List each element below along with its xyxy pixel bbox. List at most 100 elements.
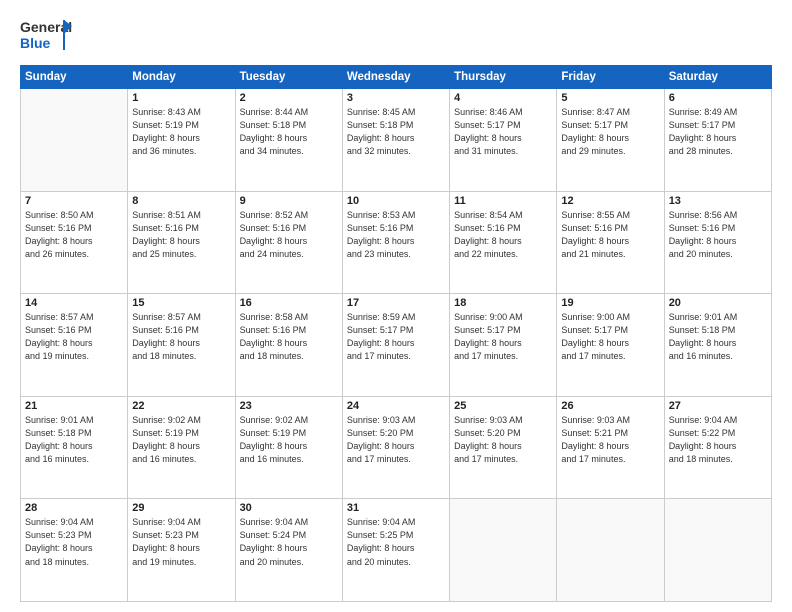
day-number: 27 [669, 400, 767, 412]
week-row-2: 14 Sunrise: 8:57 AM Sunset: 5:16 PM Dayli… [21, 294, 772, 397]
calendar-cell: 19 Sunrise: 9:00 AM Sunset: 5:17 PM Dayli… [557, 294, 664, 397]
day-info: Sunrise: 8:54 AM Sunset: 5:16 PM Dayligh… [454, 209, 552, 261]
day-number: 18 [454, 297, 552, 309]
day-number: 11 [454, 195, 552, 207]
day-info: Sunrise: 8:52 AM Sunset: 5:16 PM Dayligh… [240, 209, 338, 261]
day-info: Sunrise: 9:03 AM Sunset: 5:20 PM Dayligh… [454, 414, 552, 466]
day-info: Sunrise: 8:47 AM Sunset: 5:17 PM Dayligh… [561, 106, 659, 158]
day-number: 9 [240, 195, 338, 207]
calendar-cell [450, 499, 557, 602]
calendar-cell [21, 89, 128, 192]
day-number: 29 [132, 502, 230, 514]
day-number: 4 [454, 92, 552, 104]
calendar-cell: 5 Sunrise: 8:47 AM Sunset: 5:17 PM Daylig… [557, 89, 664, 192]
day-number: 17 [347, 297, 445, 309]
calendar-cell: 1 Sunrise: 8:43 AM Sunset: 5:19 PM Daylig… [128, 89, 235, 192]
calendar-cell: 22 Sunrise: 9:02 AM Sunset: 5:19 PM Dayli… [128, 396, 235, 499]
day-info: Sunrise: 9:03 AM Sunset: 5:21 PM Dayligh… [561, 414, 659, 466]
logo: General Blue [20, 16, 72, 59]
calendar-cell: 31 Sunrise: 9:04 AM Sunset: 5:25 PM Dayli… [342, 499, 449, 602]
day-info: Sunrise: 9:02 AM Sunset: 5:19 PM Dayligh… [132, 414, 230, 466]
day-number: 13 [669, 195, 767, 207]
calendar-cell: 28 Sunrise: 9:04 AM Sunset: 5:23 PM Dayli… [21, 499, 128, 602]
logo-icon: General Blue [20, 16, 72, 59]
weekday-header-thursday: Thursday [450, 66, 557, 89]
calendar-cell: 9 Sunrise: 8:52 AM Sunset: 5:16 PM Daylig… [235, 191, 342, 294]
day-info: Sunrise: 8:57 AM Sunset: 5:16 PM Dayligh… [132, 311, 230, 363]
calendar-cell: 6 Sunrise: 8:49 AM Sunset: 5:17 PM Daylig… [664, 89, 771, 192]
calendar-cell: 11 Sunrise: 8:54 AM Sunset: 5:16 PM Dayli… [450, 191, 557, 294]
calendar-cell: 20Sunrise: 9:01 AM Sunset: 5:18 PM Dayli… [664, 294, 771, 397]
calendar-cell: 29 Sunrise: 9:04 AM Sunset: 5:23 PM Dayli… [128, 499, 235, 602]
calendar-cell: 14 Sunrise: 8:57 AM Sunset: 5:16 PM Dayli… [21, 294, 128, 397]
day-number: 3 [347, 92, 445, 104]
calendar-cell: 16Sunrise: 8:58 AM Sunset: 5:16 PM Dayli… [235, 294, 342, 397]
day-info: Sunrise: 8:55 AM Sunset: 5:16 PM Dayligh… [561, 209, 659, 261]
weekday-header-friday: Friday [557, 66, 664, 89]
day-info: Sunrise: 9:02 AM Sunset: 5:19 PM Dayligh… [240, 414, 338, 466]
weekday-header-saturday: Saturday [664, 66, 771, 89]
day-number: 5 [561, 92, 659, 104]
calendar-cell [664, 499, 771, 602]
day-number: 23 [240, 400, 338, 412]
calendar-cell: 15 Sunrise: 8:57 AM Sunset: 5:16 PM Dayli… [128, 294, 235, 397]
day-number: 26 [561, 400, 659, 412]
day-info: Sunrise: 8:49 AM Sunset: 5:17 PM Dayligh… [669, 106, 767, 158]
day-info: Sunrise: 8:56 AM Sunset: 5:16 PM Dayligh… [669, 209, 767, 261]
calendar-cell: 21 Sunrise: 9:01 AM Sunset: 5:18 PM Dayli… [21, 396, 128, 499]
calendar-cell: 8 Sunrise: 8:51 AM Sunset: 5:16 PM Daylig… [128, 191, 235, 294]
day-number: 2 [240, 92, 338, 104]
day-info: Sunrise: 9:03 AM Sunset: 5:20 PM Dayligh… [347, 414, 445, 466]
day-number: 25 [454, 400, 552, 412]
day-number: 7 [25, 195, 123, 207]
day-number: 19 [561, 297, 659, 309]
day-number: 24 [347, 400, 445, 412]
week-row-3: 21 Sunrise: 9:01 AM Sunset: 5:18 PM Dayli… [21, 396, 772, 499]
day-number: 15 [132, 297, 230, 309]
day-info: Sunrise: 9:01 AM Sunset: 5:18 PM Dayligh… [669, 311, 767, 363]
day-info: Sunrise: 9:04 AM Sunset: 5:23 PM Dayligh… [132, 516, 230, 568]
day-info: Sunrise: 9:04 AM Sunset: 5:22 PM Dayligh… [669, 414, 767, 466]
day-info: Sunrise: 8:57 AM Sunset: 5:16 PM Dayligh… [25, 311, 123, 363]
day-number: 31 [347, 502, 445, 514]
calendar-cell: 27 Sunrise: 9:04 AM Sunset: 5:22 PM Dayli… [664, 396, 771, 499]
calendar-cell: 13 Sunrise: 8:56 AM Sunset: 5:16 PM Dayli… [664, 191, 771, 294]
calendar-cell: 24 Sunrise: 9:03 AM Sunset: 5:20 PM Dayli… [342, 396, 449, 499]
day-info: Sunrise: 9:04 AM Sunset: 5:25 PM Dayligh… [347, 516, 445, 568]
day-number: 22 [132, 400, 230, 412]
day-info: Sunrise: 8:51 AM Sunset: 5:16 PM Dayligh… [132, 209, 230, 261]
day-info: Sunrise: 8:45 AM Sunset: 5:18 PM Dayligh… [347, 106, 445, 158]
calendar-cell [557, 499, 664, 602]
day-number: 10 [347, 195, 445, 207]
svg-text:Blue: Blue [20, 35, 51, 51]
calendar-cell: 25 Sunrise: 9:03 AM Sunset: 5:20 PM Dayli… [450, 396, 557, 499]
day-number: 28 [25, 502, 123, 514]
week-row-0: 1 Sunrise: 8:43 AM Sunset: 5:19 PM Daylig… [21, 89, 772, 192]
day-info: Sunrise: 8:53 AM Sunset: 5:16 PM Dayligh… [347, 209, 445, 261]
day-info: Sunrise: 9:01 AM Sunset: 5:18 PM Dayligh… [25, 414, 123, 466]
day-number: 8 [132, 195, 230, 207]
day-number: 21 [25, 400, 123, 412]
calendar-cell: 4Sunrise: 8:46 AM Sunset: 5:17 PM Daylig… [450, 89, 557, 192]
weekday-header-tuesday: Tuesday [235, 66, 342, 89]
weekday-header-row: SundayMondayTuesdayWednesdayThursdayFrid… [21, 66, 772, 89]
weekday-header-sunday: Sunday [21, 66, 128, 89]
day-number: 6 [669, 92, 767, 104]
day-number: 1 [132, 92, 230, 104]
calendar-table: SundayMondayTuesdayWednesdayThursdayFrid… [20, 65, 772, 602]
calendar-cell: 18 Sunrise: 9:00 AM Sunset: 5:17 PM Dayli… [450, 294, 557, 397]
day-info: Sunrise: 9:04 AM Sunset: 5:23 PM Dayligh… [25, 516, 123, 568]
header: General Blue [20, 16, 772, 59]
calendar-cell: 10 Sunrise: 8:53 AM Sunset: 5:16 PM Dayli… [342, 191, 449, 294]
calendar-cell: 30Sunrise: 9:04 AM Sunset: 5:24 PM Dayli… [235, 499, 342, 602]
day-info: Sunrise: 9:00 AM Sunset: 5:17 PM Dayligh… [561, 311, 659, 363]
calendar-cell: 7Sunrise: 8:50 AM Sunset: 5:16 PM Daylig… [21, 191, 128, 294]
day-number: 14 [25, 297, 123, 309]
day-info: Sunrise: 9:00 AM Sunset: 5:17 PM Dayligh… [454, 311, 552, 363]
day-info: Sunrise: 8:43 AM Sunset: 5:19 PM Dayligh… [132, 106, 230, 158]
calendar-cell: 17Sunrise: 8:59 AM Sunset: 5:17 PM Dayli… [342, 294, 449, 397]
calendar-cell: 12Sunrise: 8:55 AM Sunset: 5:16 PM Dayli… [557, 191, 664, 294]
week-row-4: 28 Sunrise: 9:04 AM Sunset: 5:23 PM Dayli… [21, 499, 772, 602]
weekday-header-monday: Monday [128, 66, 235, 89]
day-number: 30 [240, 502, 338, 514]
